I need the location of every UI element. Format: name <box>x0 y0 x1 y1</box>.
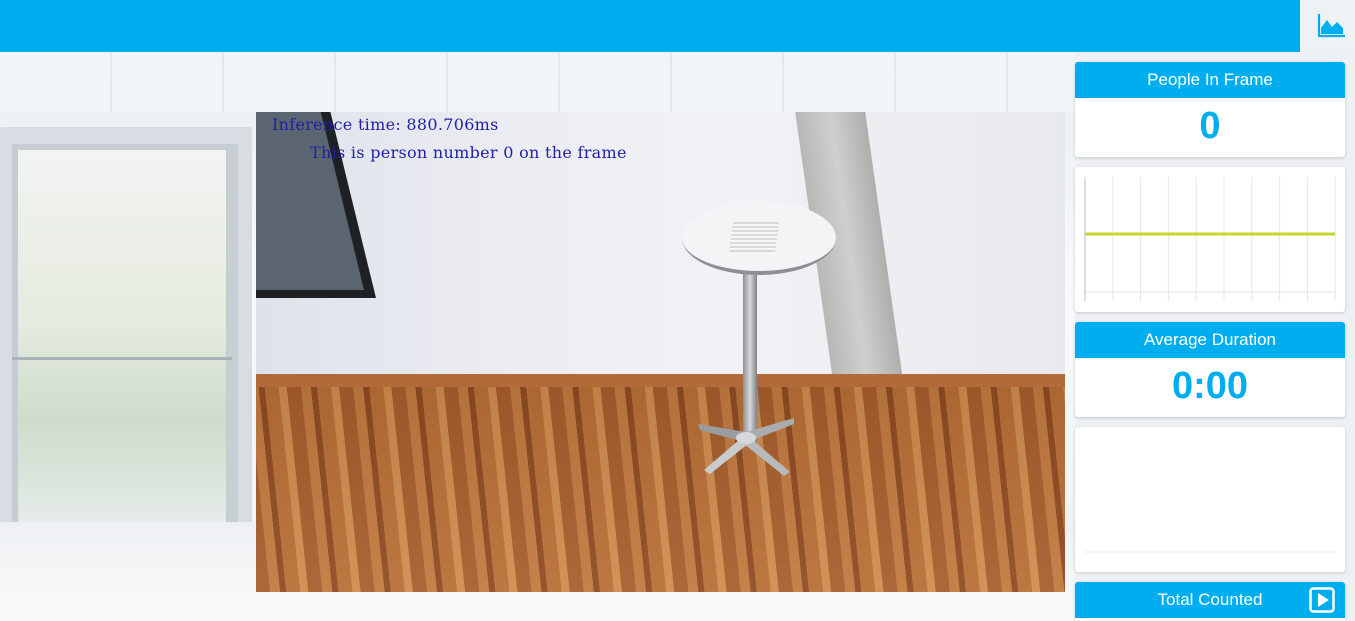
video-feed: Inference time: 880.706ms This is person… <box>256 112 1065 592</box>
people-in-frame-card: People In Frame 0 <box>1075 62 1345 157</box>
average-duration-value: 0:00 <box>1171 365 1249 407</box>
person-number-label: This is person number 0 on the frame <box>310 143 627 162</box>
window-glass <box>12 144 232 544</box>
total-counted-label: Total Counted <box>1157 590 1263 609</box>
people-in-frame-value: 0 <box>1199 105 1221 147</box>
area-chart-icon[interactable] <box>1317 12 1347 38</box>
duration-chart <box>1085 551 1335 553</box>
people-in-frame-title: People In Frame <box>1075 62 1345 98</box>
duration-chart-card <box>1075 427 1345 572</box>
total-counted-card: Total Counted <box>1075 582 1345 621</box>
ceiling <box>0 52 1075 112</box>
window-mullion <box>228 144 238 544</box>
average-duration-title: Average Duration <box>1075 322 1345 358</box>
people-chart <box>1084 177 1336 301</box>
scene-floor-shade <box>256 387 1065 592</box>
top-bar <box>0 0 1300 52</box>
inference-time-label: Inference time: 880.706ms <box>272 115 499 134</box>
balcony-rail <box>12 357 232 360</box>
table-paper <box>728 222 780 254</box>
table-foot <box>698 418 794 476</box>
average-duration-card: Average Duration 0:00 <box>1075 322 1345 417</box>
people-chart-card <box>1075 167 1345 312</box>
total-counted-title: Total Counted <box>1075 582 1345 618</box>
chart-gridlines <box>1112 177 1336 301</box>
play-icon[interactable] <box>1309 587 1335 613</box>
